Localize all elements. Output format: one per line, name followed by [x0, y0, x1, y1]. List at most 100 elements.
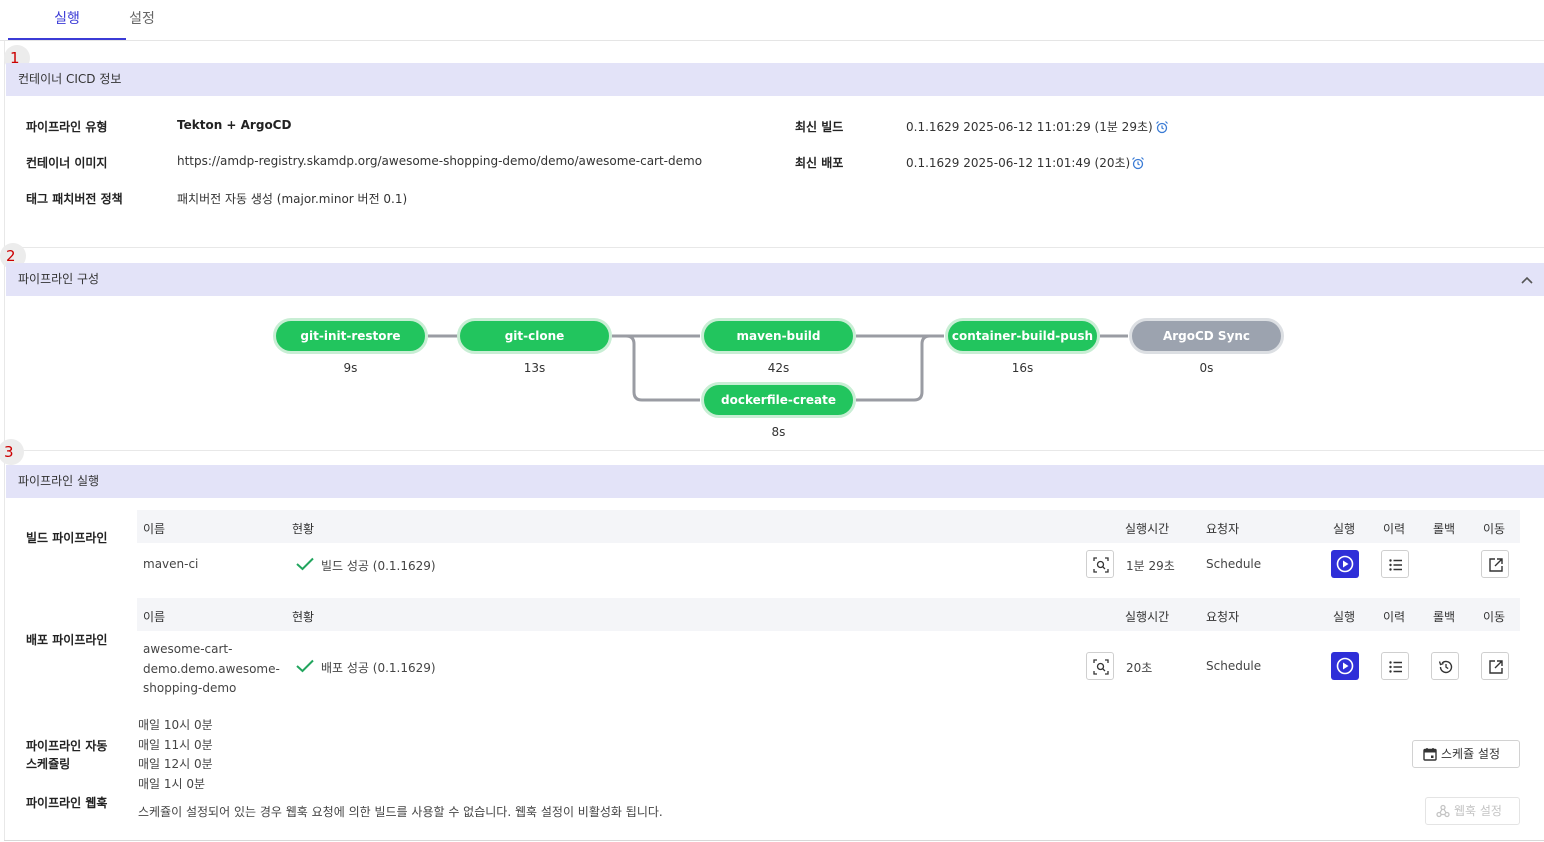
- schedule-entry: 매일 10시 0분: [138, 718, 213, 732]
- section-divider: [6, 247, 1544, 248]
- deploy-goto-button[interactable]: [1481, 652, 1509, 680]
- pipeline-type-value: Tekton + ArgoCD: [177, 118, 292, 132]
- col-header-rollback: 롤백: [1433, 610, 1456, 624]
- tag-policy-value: 패치버전 자동 생성 (major.minor 버전 0.1): [177, 192, 408, 206]
- section-number-badge: 3: [0, 439, 24, 465]
- log-search-button[interactable]: [1086, 550, 1114, 578]
- external-link-icon: [1489, 558, 1503, 572]
- log-search-button[interactable]: [1086, 652, 1114, 680]
- schedule-entry: 매일 12시 0분: [138, 757, 213, 771]
- col-header-name: 이름: [143, 610, 166, 624]
- build-pipeline-label: 빌드 파이프라인: [26, 531, 108, 545]
- deploy-history-button[interactable]: [1381, 652, 1409, 680]
- schedule-settings-label: 스케쥴 설정: [1441, 747, 1501, 761]
- schedule-settings-button[interactable]: 스케쥴 설정: [1412, 740, 1520, 768]
- latest-build-label: 최신 빌드: [795, 120, 844, 134]
- pipeline-node-dockerfile-create[interactable]: dockerfile-create: [701, 382, 856, 418]
- webhook-settings-button[interactable]: 웹훅 설정: [1425, 797, 1520, 825]
- chevron-up-icon[interactable]: [1520, 273, 1534, 287]
- col-header-name: 이름: [143, 522, 166, 536]
- node-duration: 42s: [767, 361, 790, 375]
- run-deploy-button[interactable]: [1331, 652, 1359, 680]
- tab-settings[interactable]: 설정: [126, 0, 158, 40]
- node-duration: 13s: [523, 361, 546, 375]
- col-header-status: 현황: [292, 522, 315, 536]
- log-search-icon: [1093, 659, 1109, 675]
- node-duration: 16s: [1011, 361, 1034, 375]
- build-goto-button[interactable]: [1481, 550, 1509, 578]
- list-icon: [1389, 559, 1402, 571]
- history-icon: [1438, 660, 1453, 674]
- alarm-clock-icon: [1156, 121, 1168, 134]
- webhook-message: 스케쥴이 설정되어 있는 경우 웹훅 요청에 의한 빌드를 사용할 수 없습니다…: [138, 805, 663, 819]
- play-circle-icon: [1336, 657, 1354, 675]
- pipeline-node-maven-build[interactable]: maven-build: [701, 318, 856, 354]
- col-header-rollback: 롤백: [1433, 522, 1456, 536]
- schedule-entry: 매일 11시 0분: [138, 738, 213, 752]
- col-header-history: 이력: [1383, 610, 1406, 624]
- node-duration: 9s: [343, 361, 358, 375]
- latest-deploy-label: 최신 배포: [795, 156, 844, 170]
- pipeline-type-label: 파이프라인 유형: [26, 120, 108, 134]
- pipeline-node-git-init-restore[interactable]: git-init-restore: [273, 318, 428, 354]
- check-icon: [296, 557, 314, 571]
- play-circle-icon: [1336, 555, 1354, 573]
- deploy-runtime: 20초: [1126, 661, 1153, 675]
- deploy-name-line: demo.demo.awesome-: [143, 661, 280, 676]
- deploy-table-header: [137, 598, 1520, 631]
- tab-run[interactable]: 실행: [8, 0, 126, 40]
- pipeline-node-argocd-sync[interactable]: ArgoCD Sync: [1129, 318, 1284, 354]
- container-image-value: https://amdp-registry.skamdp.org/awesome…: [177, 154, 703, 168]
- external-link-icon: [1489, 660, 1503, 674]
- deploy-requester: Schedule: [1206, 659, 1262, 673]
- build-history-button[interactable]: [1381, 550, 1409, 578]
- col-header-runtime: 실행시간: [1125, 610, 1170, 624]
- build-runtime: 1분 29초: [1126, 559, 1175, 573]
- latest-build-value: 0.1.1629 2025-06-12 11:01:29 (1분 29초): [906, 120, 1153, 134]
- build-pipeline-name: maven-ci: [143, 557, 199, 571]
- alarm-clock-icon: [1132, 157, 1144, 170]
- webhook-label: 파이프라인 웹훅: [26, 796, 108, 810]
- schedule-label: 파이프라인 자동 스케쥴링: [26, 739, 108, 771]
- deploy-name-line: shopping-demo: [143, 681, 237, 695]
- node-duration: 0s: [1199, 361, 1214, 375]
- webhook-settings-label: 웹훅 설정: [1454, 804, 1502, 818]
- deploy-name-line: awesome-cart-: [143, 642, 233, 656]
- section-header-cicd-info: 컨테이너 CICD 정보: [6, 63, 1544, 96]
- pipeline-node-git-clone[interactable]: git-clone: [457, 318, 612, 354]
- section-header-pipeline-config: 파이프라인 구성: [6, 263, 1544, 296]
- section-header-pipeline-run: 파이프라인 실행: [6, 465, 1544, 498]
- calendar-icon: [1423, 748, 1437, 761]
- list-icon: [1389, 661, 1402, 673]
- col-header-run: 실행: [1333, 522, 1356, 536]
- col-header-run: 실행: [1333, 610, 1356, 624]
- section-title: 파이프라인 실행: [18, 474, 100, 488]
- section-title: 컨테이너 CICD 정보: [18, 72, 122, 86]
- container-image-label: 컨테이너 이미지: [26, 156, 108, 170]
- webhook-icon: [1436, 804, 1450, 818]
- col-header-runtime: 실행시간: [1125, 522, 1170, 536]
- page-bottom-border: [4, 840, 1544, 841]
- tab-bar: 실행 설정: [0, 0, 1544, 41]
- run-build-button[interactable]: [1331, 550, 1359, 578]
- latest-deploy-value: 0.1.1629 2025-06-12 11:01:49 (20초): [906, 156, 1131, 170]
- col-header-requester: 요청자: [1206, 610, 1240, 624]
- node-duration: 8s: [771, 425, 786, 439]
- log-search-icon: [1093, 557, 1109, 573]
- col-header-history: 이력: [1383, 522, 1406, 536]
- deploy-status-text: 배포 성공 (0.1.1629): [321, 661, 436, 675]
- col-header-goto: 이동: [1483, 522, 1506, 536]
- build-status-text: 빌드 성공 (0.1.1629): [321, 559, 436, 573]
- deploy-pipeline-label: 배포 파이프라인: [26, 633, 108, 647]
- build-requester: Schedule: [1206, 557, 1262, 571]
- section-title: 파이프라인 구성: [18, 272, 100, 286]
- deploy-pipeline-name: awesome-cart- demo.demo.awesome- shoppin…: [143, 640, 280, 699]
- col-header-goto: 이동: [1483, 610, 1506, 624]
- build-table-header: [137, 510, 1520, 543]
- tag-policy-label: 태그 패치버전 정책: [26, 192, 123, 206]
- pipeline-node-container-build-push[interactable]: container-build-push: [945, 318, 1100, 354]
- col-header-requester: 요청자: [1206, 522, 1240, 536]
- deploy-rollback-button[interactable]: [1431, 652, 1459, 680]
- schedule-entry: 매일 1시 0분: [138, 777, 206, 791]
- col-header-status: 현황: [292, 610, 315, 624]
